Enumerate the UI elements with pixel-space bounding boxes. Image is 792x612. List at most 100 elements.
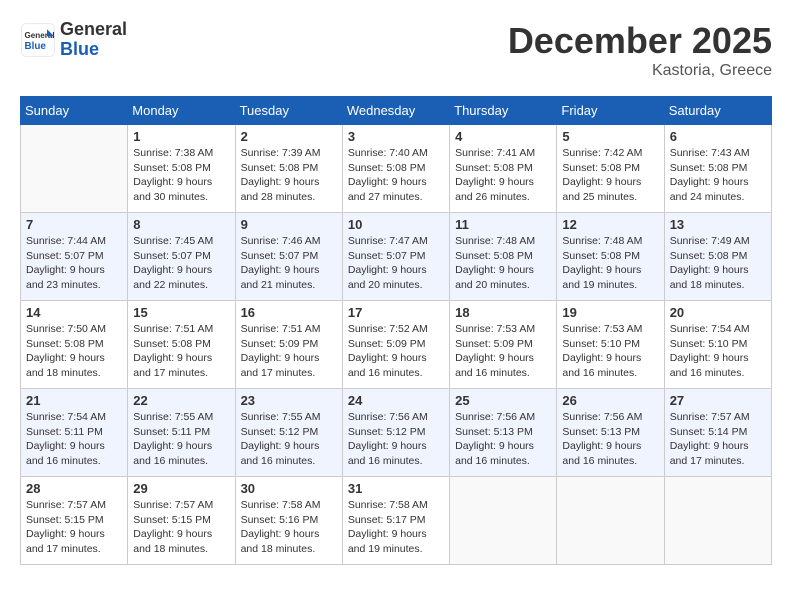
day-info: Sunrise: 7:43 AM Sunset: 5:08 PM Dayligh… — [670, 146, 766, 205]
day-number: 21 — [26, 393, 122, 408]
calendar-cell: 22 Sunrise: 7:55 AM Sunset: 5:11 PM Dayli… — [128, 389, 235, 477]
day-info: Sunrise: 7:58 AM Sunset: 5:16 PM Dayligh… — [241, 498, 337, 557]
weekday-header-thursday: Thursday — [450, 97, 557, 125]
calendar-cell: 20 Sunrise: 7:54 AM Sunset: 5:10 PM Dayli… — [664, 301, 771, 389]
day-number: 30 — [241, 481, 337, 496]
page-header: General Blue General Blue December 2025 … — [20, 20, 772, 80]
day-number: 20 — [670, 305, 766, 320]
day-number: 12 — [562, 217, 658, 232]
day-info: Sunrise: 7:57 AM Sunset: 5:15 PM Dayligh… — [26, 498, 122, 557]
weekday-header-wednesday: Wednesday — [342, 97, 449, 125]
day-number: 26 — [562, 393, 658, 408]
day-info: Sunrise: 7:56 AM Sunset: 5:13 PM Dayligh… — [562, 410, 658, 469]
calendar-cell — [21, 125, 128, 213]
calendar-cell: 23 Sunrise: 7:55 AM Sunset: 5:12 PM Dayli… — [235, 389, 342, 477]
day-info: Sunrise: 7:42 AM Sunset: 5:08 PM Dayligh… — [562, 146, 658, 205]
day-info: Sunrise: 7:40 AM Sunset: 5:08 PM Dayligh… — [348, 146, 444, 205]
calendar-week-row: 7 Sunrise: 7:44 AM Sunset: 5:07 PM Daylig… — [21, 213, 772, 301]
day-number: 7 — [26, 217, 122, 232]
day-info: Sunrise: 7:56 AM Sunset: 5:12 PM Dayligh… — [348, 410, 444, 469]
calendar-cell — [664, 477, 771, 565]
logo-blue-text: Blue — [60, 40, 127, 60]
day-number: 8 — [133, 217, 229, 232]
day-info: Sunrise: 7:48 AM Sunset: 5:08 PM Dayligh… — [562, 234, 658, 293]
day-number: 18 — [455, 305, 551, 320]
calendar-cell: 27Sunrise: 7:57 AM Sunset: 5:14 PM Dayli… — [664, 389, 771, 477]
day-number: 6 — [670, 129, 766, 144]
day-number: 23 — [241, 393, 337, 408]
calendar-cell: 7 Sunrise: 7:44 AM Sunset: 5:07 PM Daylig… — [21, 213, 128, 301]
calendar-table: SundayMondayTuesdayWednesdayThursdayFrid… — [20, 96, 772, 565]
day-info: Sunrise: 7:48 AM Sunset: 5:08 PM Dayligh… — [455, 234, 551, 293]
day-info: Sunrise: 7:41 AM Sunset: 5:08 PM Dayligh… — [455, 146, 551, 205]
day-info: Sunrise: 7:56 AM Sunset: 5:13 PM Dayligh… — [455, 410, 551, 469]
day-number: 29 — [133, 481, 229, 496]
svg-text:Blue: Blue — [25, 41, 47, 52]
day-number: 10 — [348, 217, 444, 232]
day-number: 2 — [241, 129, 337, 144]
calendar-cell: 17 Sunrise: 7:52 AM Sunset: 5:09 PM Dayli… — [342, 301, 449, 389]
logo-general-text: General — [60, 20, 127, 40]
calendar-cell: 25 Sunrise: 7:56 AM Sunset: 5:13 PM Dayli… — [450, 389, 557, 477]
day-number: 4 — [455, 129, 551, 144]
calendar-cell: 2 Sunrise: 7:39 AM Sunset: 5:08 PM Daylig… — [235, 125, 342, 213]
day-number: 28 — [26, 481, 122, 496]
day-info: Sunrise: 7:53 AM Sunset: 5:09 PM Dayligh… — [455, 322, 551, 381]
calendar-header-row: SundayMondayTuesdayWednesdayThursdayFrid… — [21, 97, 772, 125]
day-number: 14 — [26, 305, 122, 320]
weekday-header-tuesday: Tuesday — [235, 97, 342, 125]
day-number: 24 — [348, 393, 444, 408]
day-info: Sunrise: 7:44 AM Sunset: 5:07 PM Dayligh… — [26, 234, 122, 293]
calendar-cell: 14 Sunrise: 7:50 AM Sunset: 5:08 PM Dayli… — [21, 301, 128, 389]
logo: General Blue General Blue — [20, 20, 127, 60]
calendar-cell: 6 Sunrise: 7:43 AM Sunset: 5:08 PM Daylig… — [664, 125, 771, 213]
weekday-header-friday: Friday — [557, 97, 664, 125]
calendar-cell — [557, 477, 664, 565]
weekday-header-monday: Monday — [128, 97, 235, 125]
calendar-cell: 26 Sunrise: 7:56 AM Sunset: 5:13 PM Dayli… — [557, 389, 664, 477]
day-info: Sunrise: 7:58 AM Sunset: 5:17 PM Dayligh… — [348, 498, 444, 557]
day-info: Sunrise: 7:38 AM Sunset: 5:08 PM Dayligh… — [133, 146, 229, 205]
day-info: Sunrise: 7:39 AM Sunset: 5:08 PM Dayligh… — [241, 146, 337, 205]
day-number: 5 — [562, 129, 658, 144]
day-number: 25 — [455, 393, 551, 408]
day-info: Sunrise: 7:52 AM Sunset: 5:09 PM Dayligh… — [348, 322, 444, 381]
weekday-header-saturday: Saturday — [664, 97, 771, 125]
calendar-cell: 8 Sunrise: 7:45 AM Sunset: 5:07 PM Daylig… — [128, 213, 235, 301]
calendar-week-row: 14 Sunrise: 7:50 AM Sunset: 5:08 PM Dayli… — [21, 301, 772, 389]
day-number: 17 — [348, 305, 444, 320]
day-info: Sunrise: 7:55 AM Sunset: 5:11 PM Dayligh… — [133, 410, 229, 469]
calendar-cell — [450, 477, 557, 565]
calendar-cell: 30 Sunrise: 7:58 AM Sunset: 5:16 PM Dayli… — [235, 477, 342, 565]
day-info: Sunrise: 7:45 AM Sunset: 5:07 PM Dayligh… — [133, 234, 229, 293]
day-info: Sunrise: 7:57 AM Sunset: 5:15 PM Dayligh… — [133, 498, 229, 557]
day-number: 9 — [241, 217, 337, 232]
day-info: Sunrise: 7:57 AM Sunset: 5:14 PM Dayligh… — [670, 410, 766, 469]
day-number: 13 — [670, 217, 766, 232]
calendar-cell: 29 Sunrise: 7:57 AM Sunset: 5:15 PM Dayli… — [128, 477, 235, 565]
calendar-cell: 19Sunrise: 7:53 AM Sunset: 5:10 PM Dayli… — [557, 301, 664, 389]
day-number: 22 — [133, 393, 229, 408]
location: Kastoria, Greece — [508, 62, 772, 80]
day-info: Sunrise: 7:50 AM Sunset: 5:08 PM Dayligh… — [26, 322, 122, 381]
calendar-cell: 21 Sunrise: 7:54 AM Sunset: 5:11 PM Dayli… — [21, 389, 128, 477]
day-info: Sunrise: 7:53 AM Sunset: 5:10 PM Dayligh… — [562, 322, 658, 381]
day-info: Sunrise: 7:55 AM Sunset: 5:12 PM Dayligh… — [241, 410, 337, 469]
day-info: Sunrise: 7:54 AM Sunset: 5:11 PM Dayligh… — [26, 410, 122, 469]
calendar-cell: 13Sunrise: 7:49 AM Sunset: 5:08 PM Dayli… — [664, 213, 771, 301]
day-number: 31 — [348, 481, 444, 496]
calendar-cell: 12 Sunrise: 7:48 AM Sunset: 5:08 PM Dayli… — [557, 213, 664, 301]
calendar-cell: 1Sunrise: 7:38 AM Sunset: 5:08 PM Daylig… — [128, 125, 235, 213]
calendar-cell: 9Sunrise: 7:46 AM Sunset: 5:07 PM Daylig… — [235, 213, 342, 301]
day-info: Sunrise: 7:54 AM Sunset: 5:10 PM Dayligh… — [670, 322, 766, 381]
title-block: December 2025 Kastoria, Greece — [508, 20, 772, 80]
calendar-cell: 31 Sunrise: 7:58 AM Sunset: 5:17 PM Dayli… — [342, 477, 449, 565]
calendar-cell: 3Sunrise: 7:40 AM Sunset: 5:08 PM Daylig… — [342, 125, 449, 213]
weekday-header-sunday: Sunday — [21, 97, 128, 125]
calendar-cell: 24 Sunrise: 7:56 AM Sunset: 5:12 PM Dayli… — [342, 389, 449, 477]
month-title: December 2025 — [508, 20, 772, 62]
calendar-cell: 28 Sunrise: 7:57 AM Sunset: 5:15 PM Dayli… — [21, 477, 128, 565]
logo-icon: General Blue — [20, 22, 56, 58]
day-number: 15 — [133, 305, 229, 320]
day-info: Sunrise: 7:51 AM Sunset: 5:09 PM Dayligh… — [241, 322, 337, 381]
